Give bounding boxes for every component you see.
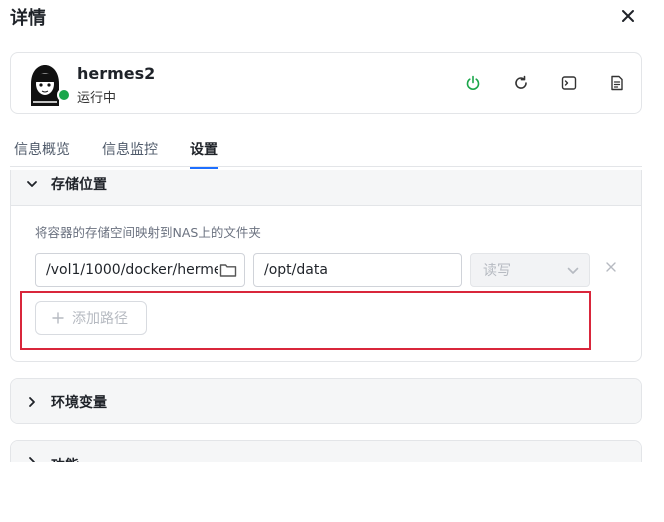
permission-select[interactable]: 读写 (470, 253, 590, 287)
remove-path-button[interactable] (605, 261, 617, 277)
container-path-value: /opt/data (264, 262, 328, 278)
permission-value: 读写 (483, 263, 511, 279)
container-name: hermes2 (77, 64, 156, 83)
chevron-down-icon (25, 177, 39, 191)
tab-overview[interactable]: 信息概览 (14, 139, 70, 167)
env-section: 环境变量 (10, 378, 642, 424)
restart-icon (515, 75, 527, 89)
running-status-dot (57, 88, 71, 102)
host-path-value: /vol1/1000/docker/hermes (46, 262, 230, 278)
power-button[interactable] (461, 71, 485, 95)
terminal-button[interactable] (557, 71, 581, 95)
scroll-clip (0, 462, 664, 522)
storage-description: 将容器的存储空间映射到NAS上的文件夹 (35, 225, 261, 240)
close-icon (606, 262, 616, 272)
container-path-field[interactable]: /opt/data (253, 253, 462, 287)
storage-section-label: 存储位置 (51, 176, 107, 193)
host-path-field[interactable]: /vol1/1000/docker/hermes (35, 253, 245, 287)
close-icon (622, 10, 634, 22)
restart-button[interactable] (509, 71, 533, 95)
dialog-title: 详情 (10, 8, 46, 29)
container-status: 运行中 (77, 91, 117, 106)
chevron-down-icon (567, 267, 579, 274)
terminal-icon (561, 76, 577, 90)
log-button[interactable] (605, 71, 629, 95)
tab-monitor[interactable]: 信息监控 (102, 139, 158, 167)
browse-folder-button[interactable] (218, 261, 238, 279)
env-section-header[interactable]: 环境变量 (11, 379, 641, 423)
chevron-right-icon (25, 395, 39, 409)
power-icon (466, 75, 480, 90)
tab-settings[interactable]: 设置 (190, 139, 218, 169)
log-icon (611, 75, 623, 91)
env-section-label: 环境变量 (51, 395, 107, 411)
container-card: hermes2 运行中 (10, 52, 642, 114)
highlight-box (20, 291, 591, 350)
storage-section-header[interactable]: 存储位置 (11, 170, 641, 206)
folder-icon (219, 264, 237, 277)
close-button[interactable] (618, 6, 638, 26)
detail-tabs: 信息概览 信息监控 设置 (10, 135, 642, 169)
